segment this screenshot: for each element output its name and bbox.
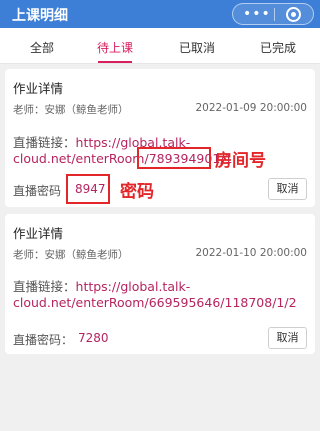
tab-all[interactable]: 全部 [12,39,72,56]
room-number-highlight-box [137,147,211,169]
live-password-value: 7280 [78,331,109,345]
live-link-label: 直播链接： [13,135,76,150]
tab-completed[interactable]: 已完成 [248,39,308,56]
active-tab-indicator [98,61,132,63]
live-link-label: 直播链接： [13,279,76,294]
live-link-row: 直播链接：https://global.talk- [13,276,190,295]
page-title: 上课明细 [12,8,68,24]
capsule-divider [274,8,275,21]
card-title: 作业详情 [13,81,64,96]
password-annotation: 密码 [120,182,154,202]
lesson-datetime: 2022-01-10 20:00:00 [195,247,307,259]
tab-bar: 全部 待上课 已取消 已完成 [0,28,320,64]
card-title: 作业详情 [13,226,64,241]
live-link-part2[interactable]: cloud.net/enterRoom/669595646/118708/1/2 [13,295,297,310]
tab-upcoming[interactable]: 待上课 [85,39,145,56]
teacher-name: 老师：安娜（鲸鱼老师） [13,104,129,116]
cancel-button[interactable]: 取消 [268,327,307,349]
cancel-button[interactable]: 取消 [268,178,307,200]
live-link-row-2: cloud.net/enterRoom/669595646/118708/1/2 [13,295,297,310]
lesson-card: 作业详情 老师：安娜（鲸鱼老师） 2022-01-10 20:00:00 直播链… [5,214,315,354]
lesson-card: 作业详情 老师：安娜（鲸鱼老师） 2022-01-09 20:00:00 直播链… [5,69,315,207]
password-highlight-box [66,174,110,204]
more-menu-icon[interactable]: ••• [243,6,271,22]
live-link-part1[interactable]: https://global.talk- [76,279,191,294]
teacher-name: 老师：安娜（鲸鱼老师） [13,249,129,261]
live-link-part2[interactable]: cloud.net/enterRoom/ [13,151,149,166]
live-password-label: 直播密码 [13,184,62,198]
miniprogram-capsule: ••• [232,3,314,25]
lesson-datetime: 2022-01-09 20:00:00 [195,102,307,114]
room-number-annotation: 房间号 [215,151,266,171]
close-miniprogram-icon[interactable] [286,7,301,22]
live-password-label: 直播密码： [13,333,74,347]
tab-cancelled[interactable]: 已取消 [167,39,227,56]
title-bar: 上课明细 ••• [0,0,320,28]
